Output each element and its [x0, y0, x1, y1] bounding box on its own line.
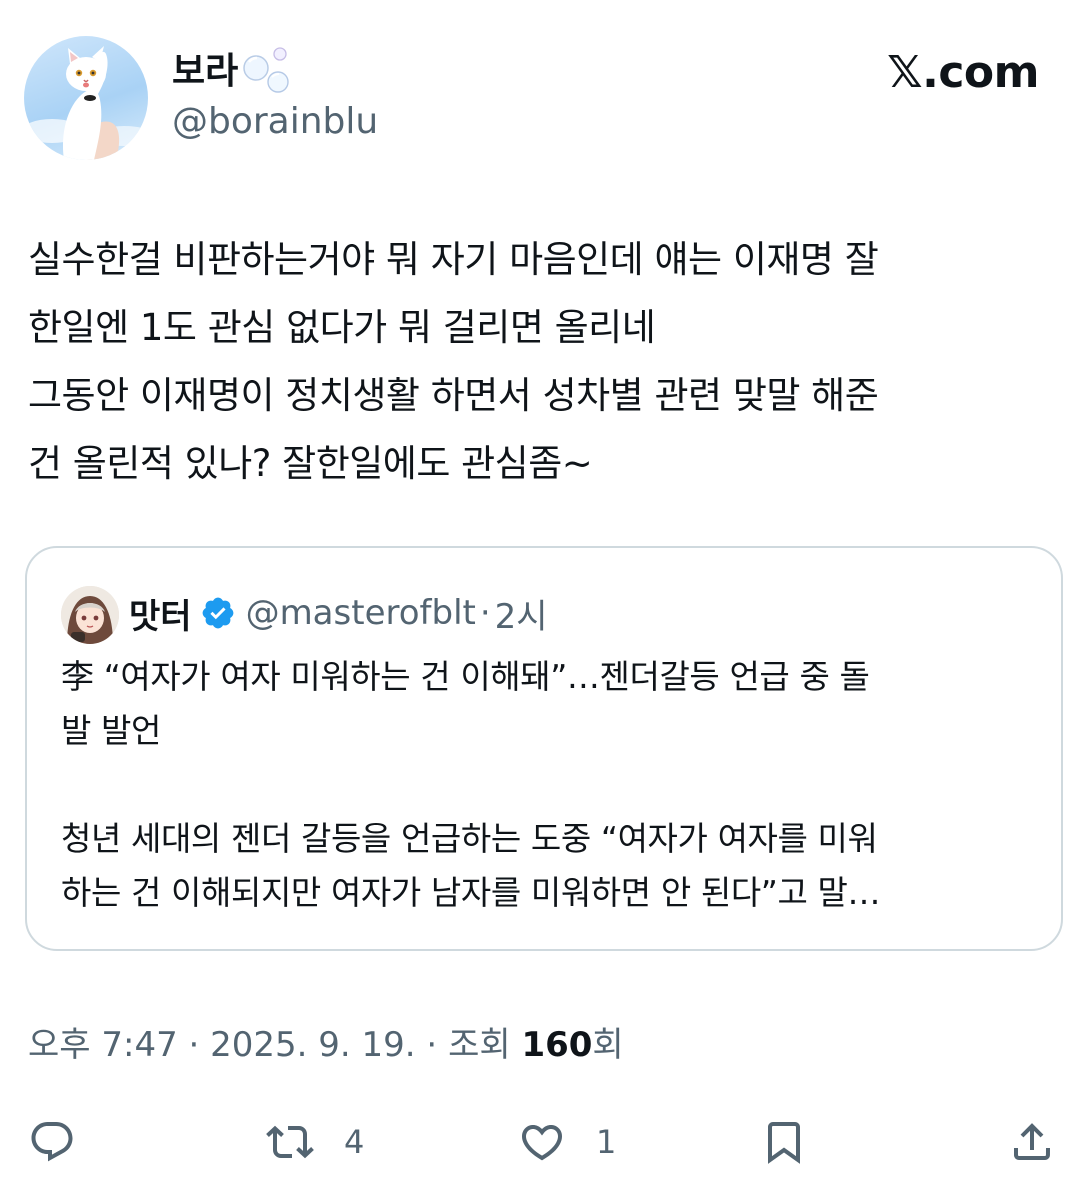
retweet-count: 4	[344, 1123, 365, 1161]
verified-badge-icon	[202, 597, 233, 629]
x-logo: 𝕏.com	[887, 47, 1039, 98]
tweet-text-line: 한일엔 1도 관심 없다가 뭐 걸리면 올리네	[28, 306, 656, 349]
post-time[interactable]: 오후 7:47	[28, 1025, 178, 1065]
tweet-meta: 오후 7:47 · 2025. 9. 19. · 조회 160회	[28, 1022, 624, 1068]
author-avatar[interactable]	[24, 36, 148, 160]
tweet-card: 보라 @borainblu 𝕏.com 실수한걸 비판하는거야 뭐 자기 마음인…	[0, 0, 1091, 1200]
reply-icon	[31, 1122, 73, 1162]
post-date[interactable]: 2025. 9. 19.	[210, 1025, 415, 1065]
tweet-text-line: 실수한걸 비판하는거야 뭐 자기 마음인데 얘는 이재명 잘	[28, 238, 879, 281]
quoted-tweet[interactable]: 맛터 @masterofblt · 2시 李 “여자가 여자 미워하는 건 이해…	[25, 546, 1063, 951]
author-name-text: 보라	[172, 51, 239, 92]
quoted-author-handle[interactable]: @masterofblt	[246, 593, 476, 633]
reply-button[interactable]	[28, 1112, 76, 1172]
bookmark-icon	[768, 1122, 800, 1164]
quoted-tweet-time[interactable]: 2시	[495, 589, 548, 638]
quoted-headline-line: 李 “여자가 여자 미워하는 건 이해돼”…젠더갈등 언급 중 돌	[61, 657, 870, 696]
tweet-text-line: 건 올린적 있나? 잘한일에도 관심좀~	[28, 442, 593, 485]
like-count: 1	[596, 1123, 617, 1161]
views-suffix: 회	[592, 1025, 624, 1065]
retweet-icon	[266, 1125, 314, 1159]
quoted-body-line: 하는 건 이해되지만 여자가 남자를 미워하면 안 된다”고 말…	[61, 873, 881, 912]
separator-dot: ·	[479, 593, 491, 633]
author-display-name[interactable]: 보라	[172, 47, 296, 98]
bookmark-button[interactable]	[760, 1112, 808, 1172]
like-button[interactable]: 1	[518, 1112, 616, 1172]
quoted-body-line: 청년 세대의 젠더 갈등을 언급하는 도중 “여자가 여자를 미워	[61, 819, 878, 858]
share-icon	[1014, 1123, 1050, 1160]
quoted-author-name[interactable]: 맛터	[129, 589, 192, 638]
meta-separator: ·	[177, 1025, 211, 1065]
views-count: 160	[521, 1025, 593, 1065]
quoted-headline-line: 발 발언	[61, 711, 161, 750]
meta-separator: ·	[415, 1025, 449, 1065]
tweet-text-line: 그동안 이재명이 정치생활 하면서 성차별 관련 맞말 해준	[28, 374, 879, 417]
bubbles-emoji-icon	[243, 47, 289, 93]
views-prefix: 조회	[448, 1025, 522, 1065]
tweet-text: 실수한걸 비판하는거야 뭐 자기 마음인데 얘는 이재명 잘 한일엔 1도 관심…	[28, 226, 1048, 498]
anime-character-avatar-image	[61, 586, 119, 644]
heart-icon	[521, 1125, 563, 1161]
quoted-tweet-header: 맛터 @masterofblt · 2시	[129, 588, 548, 638]
white-cat-avatar-image	[24, 46, 148, 160]
action-bar: 4 1	[0, 1112, 1091, 1172]
quoted-tweet-text: 李 “여자가 여자 미워하는 건 이해돼”…젠더갈등 언급 중 돌 발 발언 청…	[61, 650, 1041, 920]
author-handle[interactable]: @borainblu	[172, 100, 378, 144]
share-button[interactable]	[1008, 1112, 1056, 1172]
quoted-author-avatar[interactable]	[61, 586, 119, 644]
retweet-button[interactable]: 4	[266, 1112, 364, 1172]
